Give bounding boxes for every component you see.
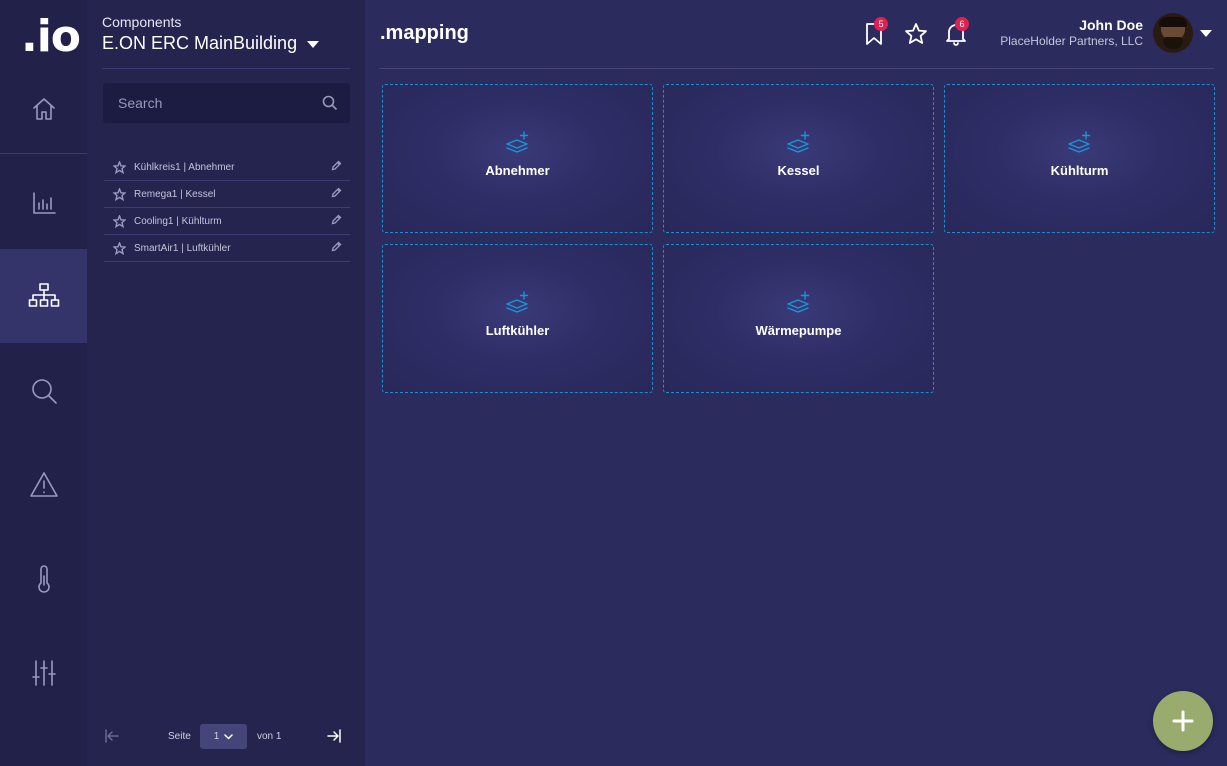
sliders-icon [31,660,56,686]
first-page-icon [105,729,119,743]
mapping-card-luftkuehler[interactable]: Luftkühler [382,244,653,393]
page-select-value: 1 [213,731,220,742]
card-label: Kessel [777,162,820,178]
mapping-card-kessel[interactable]: Kessel [663,84,934,233]
chevron-down-icon [307,41,320,48]
mapping-card-abnehmer[interactable]: Abnehmer [382,84,653,233]
hierarchy-icon [28,283,59,307]
nav-divider [0,153,87,154]
component-list: Kühlkreis1 | Abnehmer Remega1 | Kessel C… [104,154,350,262]
panel-divider [102,68,350,69]
bookmark-badge: 5 [874,17,888,31]
list-item-label: Kühlkreis1 | Abnehmer [134,161,235,173]
components-panel: Components E.ON ERC MainBuilding Kühlkre… [87,0,365,766]
search-input[interactable] [118,95,322,111]
nav-mapping[interactable] [0,249,87,343]
pencil-icon[interactable] [331,241,342,255]
building-selector[interactable]: E.ON ERC MainBuilding [102,33,320,54]
mapping-card-kuehlturm[interactable]: Kühlturm [944,84,1215,233]
list-item-label: Remega1 | Kessel [134,188,216,200]
nav-settings[interactable] [0,626,87,720]
star-icon[interactable] [112,159,127,174]
add-button[interactable] [1153,691,1213,751]
page-label: Seite [168,731,191,742]
add-layer-icon [505,130,531,159]
search-box [103,83,350,123]
mapping-card-waermepumpe[interactable]: Wärmepumpe [663,244,934,393]
nav-home[interactable] [0,62,87,156]
building-name: E.ON ERC MainBuilding [102,33,298,53]
user-organization: PlaceHolder Partners, LLC [1000,34,1143,48]
home-icon [32,98,55,120]
list-item[interactable]: SmartAir1 | Luftkühler [104,235,350,262]
star-icon [905,23,927,44]
last-page-icon [327,729,341,743]
page-count-label: von 1 [257,731,282,742]
page-title: .mapping [380,22,469,44]
thermometer-icon [37,565,50,593]
last-page-button[interactable] [326,729,342,746]
page-select[interactable]: 1 [200,724,247,749]
notifications-button[interactable]: 6 [945,17,969,51]
plus-icon [1172,710,1194,732]
pagination: Seite 1 von 1 [104,724,350,749]
list-item-label: SmartAir1 | Luftkühler [134,242,231,254]
list-item[interactable]: Cooling1 | Kühlturm [104,208,350,235]
bookmarks-button[interactable]: 5 [864,17,888,51]
panel-label: Components [102,14,182,30]
nav-alerts[interactable] [0,438,87,532]
pencil-icon[interactable] [331,160,342,174]
star-icon[interactable] [112,186,127,201]
chevron-down-icon [224,733,234,739]
add-layer-icon [786,290,812,319]
nav-search[interactable] [0,344,87,438]
star-icon[interactable] [112,213,127,228]
avatar[interactable] [1153,13,1193,53]
card-label: Wärmepumpe [755,322,842,338]
first-page-button[interactable] [104,729,120,746]
star-icon[interactable] [112,240,127,255]
bar-chart-icon [32,192,56,214]
header-divider [379,68,1214,69]
add-layer-icon [1067,130,1093,159]
user-name: John Doe [1079,17,1143,33]
nav-analytics[interactable] [0,156,87,250]
card-label: Abnehmer [485,162,550,178]
chevron-down-icon[interactable] [1200,30,1212,37]
card-label: Kühlturm [1050,162,1109,178]
list-item-label: Cooling1 | Kühlturm [134,215,222,227]
pencil-icon[interactable] [331,214,342,228]
add-layer-icon [786,130,812,159]
list-item[interactable]: Kühlkreis1 | Abnehmer [104,154,350,181]
card-label: Luftkühler [485,322,550,338]
nav-temperature[interactable] [0,532,87,626]
list-item[interactable]: Remega1 | Kessel [104,181,350,208]
favorites-button[interactable] [904,22,928,51]
add-layer-icon [505,290,531,319]
app-logo[interactable]: .io [21,12,81,62]
pencil-icon[interactable] [331,187,342,201]
search-icon [31,379,57,404]
search-icon[interactable] [322,95,338,111]
warning-icon [29,472,58,497]
notification-badge: 6 [955,17,969,31]
nav-rail: .io [0,0,87,766]
